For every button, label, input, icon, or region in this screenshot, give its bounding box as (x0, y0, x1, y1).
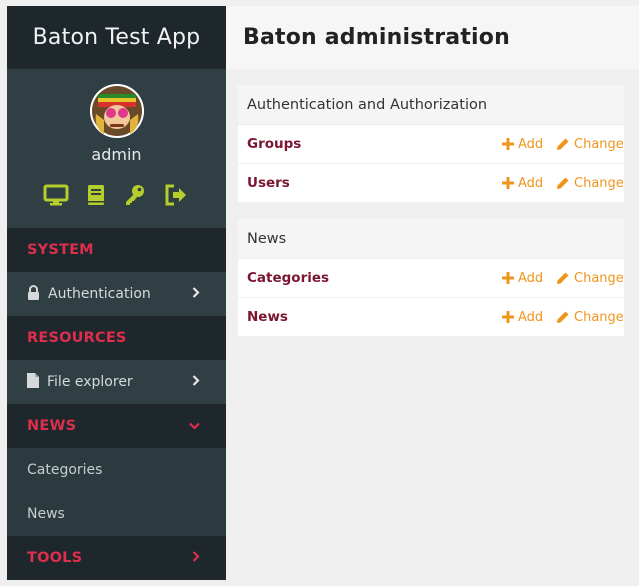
add-label: Add (518, 270, 544, 286)
pencil-icon (557, 311, 569, 323)
add-button[interactable]: Add (502, 137, 543, 152)
change-label: Change (574, 309, 624, 325)
pencil-icon (557, 138, 569, 150)
model-link-categories[interactable]: Categories (247, 270, 329, 286)
sidebar-item-news[interactable]: News (7, 492, 226, 536)
username: admin (91, 145, 142, 164)
sidebar-item-authentication[interactable]: Authentication (7, 272, 226, 316)
user-profile: admin (7, 69, 226, 228)
add-label: Add (518, 175, 544, 191)
model-link-users[interactable]: Users (247, 175, 290, 191)
change-button[interactable]: Change (556, 271, 624, 286)
pencil-icon (557, 272, 569, 284)
change-label: Change (574, 175, 624, 191)
module-caption[interactable]: Authentication and Authorization (238, 85, 624, 125)
page-title: Baton administration (243, 25, 510, 50)
sidebar-item-file-explorer[interactable]: File explorer (7, 360, 226, 404)
change-label: Change (574, 270, 624, 286)
lock-icon (27, 284, 40, 304)
section-resources: RESOURCES (7, 316, 226, 360)
change-button[interactable]: Change (556, 310, 624, 325)
pencil-icon (557, 177, 569, 189)
plus-icon (502, 138, 514, 150)
add-label: Add (518, 136, 544, 152)
chevron-down-icon (189, 418, 200, 434)
chevron-right-icon (192, 550, 200, 566)
section-tools[interactable]: TOOLS (7, 536, 226, 580)
table-row: Users Add Change (238, 164, 624, 202)
module-caption[interactable]: News (238, 219, 624, 259)
model-link-news[interactable]: News (247, 309, 288, 325)
desktop-icon[interactable] (43, 182, 69, 208)
plus-icon (502, 272, 514, 284)
main-content: Baton administration Authentication and … (226, 6, 639, 578)
change-button[interactable]: Change (556, 137, 624, 152)
section-system: SYSTEM (7, 228, 226, 272)
change-button[interactable]: Change (556, 176, 624, 191)
sign-out-icon[interactable] (163, 182, 189, 208)
add-button[interactable]: Add (502, 310, 543, 325)
plus-icon (502, 311, 514, 323)
plus-icon (502, 177, 514, 189)
brand-title[interactable]: Baton Test App (7, 6, 226, 69)
chevron-right-icon (192, 286, 200, 302)
table-row: News Add Change (238, 298, 624, 336)
section-tools-label: TOOLS (27, 550, 83, 566)
table-row: Groups Add Change (238, 125, 624, 164)
table-row: Categories Add Change (238, 259, 624, 298)
sidebar-item-label: Authentication (48, 286, 151, 302)
model-link-groups[interactable]: Groups (247, 136, 301, 152)
module-auth: Authentication and Authorization Groups … (238, 85, 624, 202)
sidebar: Baton Test App admin SYSTEM Authenticati… (7, 6, 226, 580)
section-news[interactable]: NEWS (7, 404, 226, 448)
add-button[interactable]: Add (502, 176, 543, 191)
add-button[interactable]: Add (502, 271, 543, 286)
change-label: Change (574, 136, 624, 152)
sidebar-item-categories[interactable]: Categories (7, 448, 226, 492)
sidebar-item-label: File explorer (47, 374, 133, 390)
key-icon[interactable] (122, 182, 148, 208)
chevron-right-icon (192, 374, 200, 390)
file-icon (27, 372, 39, 392)
avatar[interactable] (90, 84, 144, 138)
book-icon[interactable] (83, 182, 109, 208)
section-news-label: NEWS (27, 418, 77, 434)
add-label: Add (518, 309, 544, 325)
topbar: Baton administration (226, 6, 639, 69)
app-frame: Baton Test App admin SYSTEM Authenticati… (7, 6, 639, 580)
module-news: News Categories Add Change News Add Chan… (238, 219, 624, 336)
